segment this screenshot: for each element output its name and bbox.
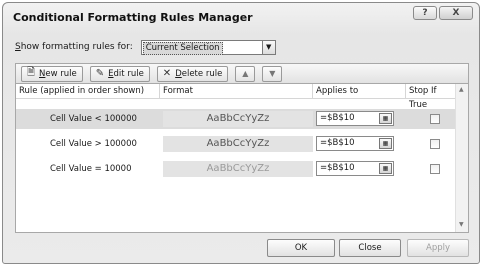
window-controls: ? X xyxy=(413,6,473,20)
scroll-down-icon[interactable]: ▼ xyxy=(459,221,464,228)
arrow-down-icon: ▼ xyxy=(269,69,276,78)
header-applies-to: Applies to xyxy=(313,84,406,98)
rule-condition: Cell Value < 100000 xyxy=(50,114,137,124)
vertical-scrollbar[interactable]: ▲ ▼ xyxy=(455,84,468,232)
format-preview: AaBbCcYyZz xyxy=(163,161,313,177)
edit-rule-icon: ✎ xyxy=(95,68,105,79)
header-rule: Rule (applied in order shown) xyxy=(16,84,160,98)
range-select-icon[interactable]: ▦ xyxy=(379,138,392,149)
scroll-up-icon[interactable]: ▲ xyxy=(459,86,464,93)
close-button[interactable]: Close xyxy=(339,239,401,257)
rule-condition: Cell Value > 100000 xyxy=(50,139,137,149)
close-window-button[interactable]: X xyxy=(439,6,473,20)
new-rule-button[interactable]: 🗎 New rule xyxy=(21,65,83,82)
new-rule-label: New rule xyxy=(39,68,77,79)
new-rule-icon: 🗎 xyxy=(27,67,36,78)
delete-rule-label: Delete rule xyxy=(175,68,223,79)
edit-rule-label: Edit rule xyxy=(108,68,144,79)
dropdown-arrow-icon[interactable]: ▼ xyxy=(261,40,275,54)
rules-manager-dialog: Conditional Formatting Rules Manager ? X… xyxy=(2,2,480,264)
show-rules-row: Show formatting rules for: Current Selec… xyxy=(15,39,276,55)
delete-rule-button[interactable]: ✕ Delete rule xyxy=(156,65,229,82)
format-preview: AaBbCcYyZz xyxy=(163,136,313,152)
stop-if-true-checkbox[interactable] xyxy=(430,114,440,124)
rule-row[interactable]: Cell Value > 100000 AaBbCcYyZz =$B$10 ▦ xyxy=(16,134,457,154)
format-preview: AaBbCcYyZz xyxy=(163,111,313,127)
stop-if-true-checkbox[interactable] xyxy=(430,164,440,174)
header-stop-if-true: Stop If True xyxy=(409,86,437,110)
range-select-icon[interactable]: ▦ xyxy=(379,113,392,124)
ok-button[interactable]: OK xyxy=(267,239,335,257)
title-bar: Conditional Formatting Rules Manager ? X xyxy=(3,3,479,27)
applies-to-value: =$B$10 xyxy=(320,113,355,123)
arrow-up-icon: ▲ xyxy=(242,69,249,78)
range-select-icon[interactable]: ▦ xyxy=(379,163,392,174)
rule-condition: Cell Value = 10000 xyxy=(50,164,132,174)
edit-rule-button[interactable]: ✎ Edit rule xyxy=(89,65,150,82)
rules-grid: Rule (applied in order shown) Format App… xyxy=(15,83,469,233)
show-rules-selected: Current Selection xyxy=(142,41,223,55)
apply-button[interactable]: Apply xyxy=(407,239,469,257)
rule-row[interactable]: Cell Value = 10000 AaBbCcYyZz =$B$10 ▦ xyxy=(16,159,457,179)
applies-to-field[interactable]: =$B$10 ▦ xyxy=(316,136,394,151)
help-button[interactable]: ? xyxy=(413,6,437,20)
show-rules-dropdown[interactable]: Current Selection ▼ xyxy=(140,39,276,55)
dialog-title: Conditional Formatting Rules Manager xyxy=(13,11,253,24)
applies-to-field[interactable]: =$B$10 ▦ xyxy=(316,161,394,176)
stop-if-true-checkbox[interactable] xyxy=(430,139,440,149)
applies-to-value: =$B$10 xyxy=(320,138,355,148)
grid-header: Rule (applied in order shown) Format App… xyxy=(16,84,457,110)
header-format: Format xyxy=(160,84,313,98)
move-down-button[interactable]: ▼ xyxy=(262,65,283,82)
move-up-button[interactable]: ▲ xyxy=(235,65,256,82)
rules-toolbar: 🗎 New rule ✎ Edit rule ✕ Delete rule ▲ ▼ xyxy=(15,63,469,83)
rule-row[interactable]: Cell Value < 100000 AaBbCcYyZz =$B$10 ▦ xyxy=(16,109,457,129)
delete-icon: ✕ xyxy=(162,68,172,79)
applies-to-value: =$B$10 xyxy=(320,163,355,173)
show-rules-label: Show formatting rules for: xyxy=(15,42,133,52)
applies-to-field[interactable]: =$B$10 ▦ xyxy=(316,111,394,126)
